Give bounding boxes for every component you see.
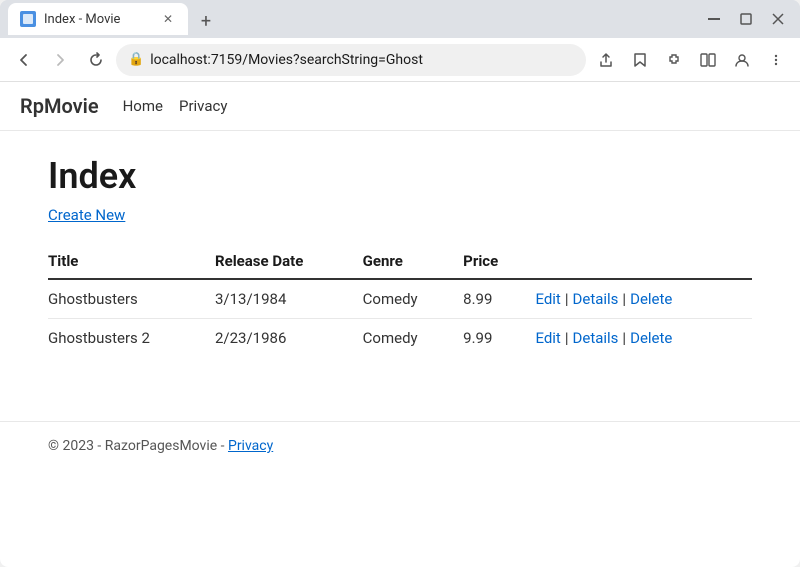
site-header: RpMovie Home Privacy [0, 82, 800, 131]
details-link[interactable]: Details [573, 329, 619, 347]
separator: | [565, 329, 569, 347]
window-restore-button[interactable] [732, 5, 760, 33]
cell-title: Ghostbusters 2 [48, 319, 215, 358]
table-row: Ghostbusters 2 2/23/1986 Comedy 9.99 Edi… [48, 319, 752, 358]
forward-button[interactable] [44, 44, 76, 76]
col-release-date: Release Date [215, 244, 363, 279]
split-view-button[interactable] [692, 44, 724, 76]
col-actions [535, 244, 752, 279]
details-link[interactable]: Details [573, 290, 619, 308]
share-button[interactable] [590, 44, 622, 76]
footer-privacy-link[interactable]: Privacy [228, 438, 273, 454]
browser-nav-bar: 🔒 localhost:7159/Movies?searchString=Gho… [0, 38, 800, 82]
refresh-button[interactable] [80, 44, 112, 76]
site-brand: RpMovie [20, 94, 99, 118]
bookmark-button[interactable] [624, 44, 656, 76]
browser-action-buttons [590, 44, 792, 76]
main-content: Index Create New Title Release Date Genr… [0, 131, 800, 389]
tab-bar: Index - Movie ✕ + [8, 3, 688, 35]
separator: | [622, 329, 626, 347]
site-footer: © 2023 - RazorPagesMovie - Privacy [0, 421, 800, 470]
edit-link[interactable]: Edit [535, 290, 560, 308]
cell-genre: Comedy [363, 319, 464, 358]
tab-close-button[interactable]: ✕ [160, 11, 176, 27]
delete-link[interactable]: Delete [630, 290, 672, 308]
cell-release-date: 2/23/1986 [215, 319, 363, 358]
window-minimize-button[interactable] [700, 5, 728, 33]
active-tab[interactable]: Index - Movie ✕ [8, 3, 188, 35]
separator: | [622, 290, 626, 308]
title-bar: Index - Movie ✕ + [0, 0, 800, 38]
movies-table: Title Release Date Genre Price Ghostbust… [48, 244, 752, 357]
menu-button[interactable] [760, 44, 792, 76]
cell-release-date: 3/13/1984 [215, 279, 363, 319]
window-controls [700, 5, 792, 33]
table-header-row: Title Release Date Genre Price [48, 244, 752, 279]
footer-text: © 2023 - RazorPagesMovie - [48, 438, 228, 454]
cell-title: Ghostbusters [48, 279, 215, 319]
extensions-button[interactable] [658, 44, 690, 76]
create-new-link[interactable]: Create New [48, 206, 125, 224]
col-price: Price [463, 244, 535, 279]
col-title: Title [48, 244, 215, 279]
cell-price: 9.99 [463, 319, 535, 358]
delete-link[interactable]: Delete [630, 329, 672, 347]
address-text: localhost:7159/Movies?searchString=Ghost [150, 52, 574, 68]
edit-link[interactable]: Edit [535, 329, 560, 347]
profile-button[interactable] [726, 44, 758, 76]
table-row: Ghostbusters 3/13/1984 Comedy 8.99 Edit … [48, 279, 752, 319]
page-title: Index [48, 155, 752, 197]
site-nav: Home Privacy [123, 97, 228, 115]
cell-actions: Edit | Details | Delete [535, 279, 752, 319]
window-close-button[interactable] [764, 5, 792, 33]
address-bar[interactable]: 🔒 localhost:7159/Movies?searchString=Gho… [116, 44, 586, 76]
browser-window: Index - Movie ✕ + 🔒 [0, 0, 800, 567]
page-content: RpMovie Home Privacy Index Create New Ti… [0, 82, 800, 567]
cell-actions: Edit | Details | Delete [535, 319, 752, 358]
tab-favicon [20, 11, 36, 27]
nav-home[interactable]: Home [123, 97, 163, 115]
tab-title: Index - Movie [44, 12, 152, 27]
cell-genre: Comedy [363, 279, 464, 319]
col-genre: Genre [363, 244, 464, 279]
lock-icon: 🔒 [128, 52, 144, 67]
back-button[interactable] [8, 44, 40, 76]
cell-price: 8.99 [463, 279, 535, 319]
new-tab-button[interactable]: + [192, 7, 220, 35]
nav-privacy[interactable]: Privacy [179, 97, 227, 115]
separator: | [565, 290, 569, 308]
